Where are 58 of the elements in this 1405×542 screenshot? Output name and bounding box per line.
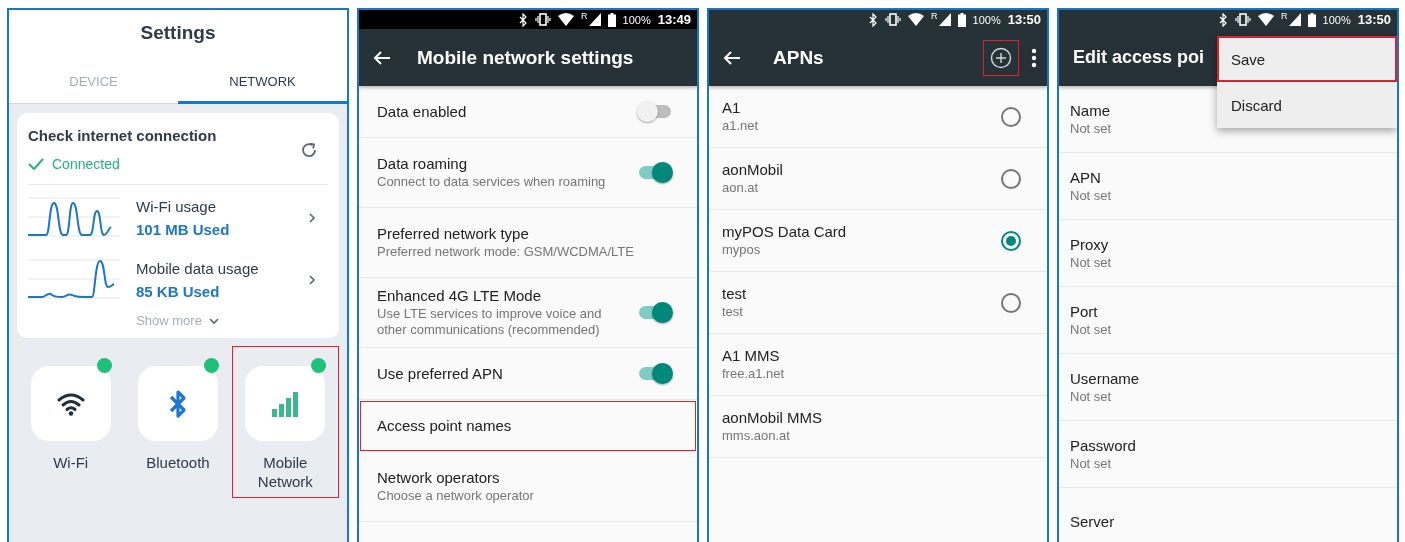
field-label: Name [1070, 101, 1110, 119]
row-title: Enhanced 4G LTE Mode [377, 287, 541, 304]
tile-label: Mobile Network [256, 453, 314, 491]
field-label: APN [1070, 168, 1101, 186]
battery-percentage: 100% [1322, 13, 1351, 26]
usage-title: Wi-Fi usage [136, 198, 218, 215]
roaming-indicator: R [1281, 11, 1288, 21]
tile-label: Bluetooth [145, 453, 211, 472]
usage-value: 101 MB Used [136, 221, 231, 238]
row-subtitle: Choose a network operator [377, 488, 534, 504]
roaming-indicator: R [581, 11, 588, 21]
field-label: Server [1070, 512, 1115, 530]
row-title: Data enabled [377, 103, 467, 120]
field-label: Username [1070, 369, 1140, 387]
screen-title: Edit access poi [1073, 47, 1205, 68]
status-time: 13:50 [1007, 12, 1041, 27]
row-subtitle: Preferred network mode: GSM/WCDMA/LTE [377, 244, 634, 260]
row-title: Access point names [377, 417, 512, 434]
field-value: Not set [1070, 254, 1112, 271]
screen-title: APNs [773, 46, 824, 69]
row-subtitle: Use LTE services to improve voice and other communications (recommended) [377, 306, 603, 338]
apn-address: aon.at [722, 180, 759, 196]
screen-title: Mobile network settings [417, 46, 634, 69]
status-time: 13:50 [1357, 12, 1391, 27]
field-value: Not set [1070, 321, 1112, 338]
field-value: Not set [1070, 388, 1112, 405]
apn-address: a1.net [722, 118, 759, 134]
status-time: 13:49 [657, 12, 691, 27]
battery-percentage: 100% [972, 13, 1001, 26]
field-value: Not set [1070, 120, 1112, 137]
row-subtitle: Connect to data services when roaming [377, 174, 606, 190]
row-title: Use preferred APN [377, 365, 503, 382]
battery-percentage: 100% [622, 13, 651, 26]
connection-status: Connected [52, 156, 120, 172]
apn-name: aonMobil [722, 161, 783, 178]
field-label: Port [1070, 302, 1098, 320]
apn-name: test [722, 285, 747, 302]
row-title: Preferred network type [377, 225, 529, 242]
apn-name: aonMobil MMS [722, 409, 823, 426]
field-value: Not set [1070, 455, 1112, 472]
usage-value: 85 KB Used [136, 283, 221, 300]
apn-name: A1 MMS [722, 347, 780, 364]
field-label: Proxy [1070, 235, 1109, 253]
roaming-indicator: R [931, 11, 938, 21]
field-label: Password [1070, 436, 1136, 454]
row-title: Data roaming [377, 155, 468, 172]
usage-title: Mobile data usage [136, 260, 260, 277]
screen-title: Settings [139, 21, 217, 45]
apn-address: mypos [722, 242, 761, 258]
apn-name: A1 [722, 99, 741, 116]
apn-address: mms.aon.at [722, 428, 790, 444]
apn-address: test [722, 304, 743, 320]
field-value: Not set [1070, 187, 1112, 204]
tile-label: Wi-Fi [52, 453, 90, 472]
apn-address: free.a1.net [722, 366, 785, 382]
card-title: Check internet connection [28, 127, 217, 144]
apn-name: myPOS Data Card [722, 223, 847, 240]
row-title: Network operators [377, 469, 500, 486]
